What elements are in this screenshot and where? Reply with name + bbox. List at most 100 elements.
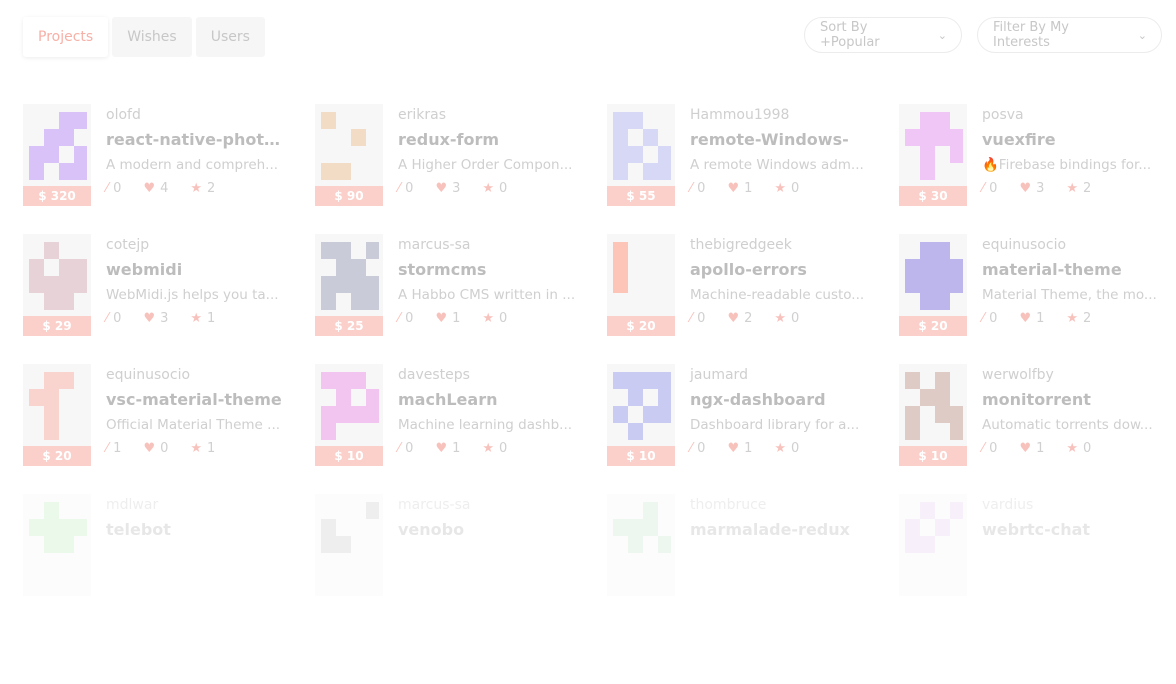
project-owner[interactable]: erikras	[398, 104, 578, 126]
project-card[interactable]: $ 20 equinusocio vsc-material-theme Officia…	[23, 364, 293, 466]
tab-projects[interactable]: Projects	[23, 17, 109, 57]
project-card[interactable]: $ 29 cotejp webmidi WebMidi.js helps you ta…	[23, 234, 293, 336]
project-owner[interactable]: vardius	[982, 494, 1162, 516]
identicon-image	[905, 112, 963, 180]
project-description: Official Material Theme ...	[106, 417, 281, 433]
project-name[interactable]: react-native-photos...	[106, 126, 286, 154]
project-name[interactable]: apollo-errors	[690, 256, 870, 284]
project-card[interactable]: vardius webrtc-chat	[899, 494, 1169, 596]
magic-wand-icon: ⁄	[690, 311, 693, 326]
project-name[interactable]: telebot	[106, 516, 286, 544]
project-avatar[interactable]: $ 10	[899, 364, 967, 466]
project-meta: marcus-sa stormcms A Habbo CMS written in …	[398, 234, 578, 332]
project-card[interactable]: $ 55 Hammou1998 remote-Windows- A remote Wi…	[607, 104, 877, 206]
project-owner[interactable]: marcus-sa	[398, 234, 578, 256]
project-description: A remote Windows adm...	[690, 157, 864, 173]
project-name[interactable]: vuexfire	[982, 126, 1162, 154]
project-owner[interactable]: posva	[982, 104, 1162, 126]
identicon-image	[321, 502, 379, 553]
identicon-image	[321, 372, 379, 440]
project-avatar[interactable]: $ 20	[607, 234, 675, 336]
heart-count: 3	[1036, 181, 1045, 196]
project-name[interactable]: venobo	[398, 516, 578, 544]
project-avatar[interactable]: $ 10	[607, 364, 675, 466]
wand-count: 0	[989, 311, 998, 326]
project-card[interactable]: $ 10 jaumard ngx-dashboard Dashboard librar…	[607, 364, 877, 466]
project-owner[interactable]: equinusocio	[982, 234, 1162, 256]
project-card[interactable]: thombruce marmalade-redux	[607, 494, 877, 596]
project-card[interactable]: $ 90 erikras redux-form A Higher Order Comp…	[315, 104, 585, 206]
star-stat: ★ 0	[482, 436, 507, 462]
project-avatar[interactable]: $ 30	[899, 104, 967, 206]
project-name[interactable]: vsc-material-theme	[106, 386, 286, 414]
project-avatar[interactable]: $ 10	[315, 364, 383, 466]
project-stats: ⁄ 0 ♥ 3 ★ 2	[982, 176, 1162, 202]
project-card[interactable]: $ 320 olofd react-native-photos... A modern…	[23, 104, 293, 206]
project-name[interactable]: ngx-dashboard	[690, 386, 870, 414]
tab-users[interactable]: Users	[195, 17, 265, 57]
chevron-down-icon: ⌄	[1137, 28, 1147, 42]
project-owner[interactable]: thebigredgeek	[690, 234, 870, 256]
magic-wand-icon: ⁄	[982, 311, 985, 326]
project-stats: ⁄ 0 ♥ 1 ★ 0	[398, 306, 578, 332]
project-name[interactable]: stormcms	[398, 256, 578, 284]
project-card[interactable]: marcus-sa venobo	[315, 494, 585, 596]
project-avatar[interactable]: $ 320	[23, 104, 91, 206]
heart-stat: ♥ 1	[1019, 306, 1044, 332]
star-icon: ★	[482, 181, 495, 196]
project-avatar[interactable]: $ 29	[23, 234, 91, 336]
project-avatar[interactable]	[23, 494, 91, 596]
project-card[interactable]: $ 30 posva vuexfire 🔥Firebase bindings for.…	[899, 104, 1169, 206]
project-card[interactable]: $ 25 marcus-sa stormcms A Habbo CMS written…	[315, 234, 585, 336]
project-name[interactable]: webmidi	[106, 256, 286, 284]
sort-dropdown[interactable]: Sort By +Popular ⌄	[804, 17, 962, 53]
identicon-image	[321, 112, 366, 180]
star-icon: ★	[190, 181, 203, 196]
project-avatar[interactable]: $ 25	[315, 234, 383, 336]
project-meta: olofd react-native-photos... A modern and …	[106, 104, 286, 202]
project-card[interactable]: $ 10 davesteps machLearn Machine learning d…	[315, 364, 585, 466]
project-name[interactable]: monitorrent	[982, 386, 1162, 414]
project-owner[interactable]: marcus-sa	[398, 494, 578, 516]
project-avatar[interactable]	[315, 494, 383, 596]
heart-stat: ♥ 3	[435, 176, 460, 202]
project-owner[interactable]: werwolfby	[982, 364, 1162, 386]
project-owner[interactable]: olofd	[106, 104, 286, 126]
project-description: A modern and compreh...	[106, 157, 279, 173]
project-avatar[interactable]: $ 90	[315, 104, 383, 206]
magic-wand-icon: ⁄	[398, 441, 401, 456]
heart-icon: ♥	[435, 441, 448, 456]
project-owner[interactable]: thombruce	[690, 494, 870, 516]
project-name[interactable]: redux-form	[398, 126, 578, 154]
project-avatar[interactable]	[899, 494, 967, 596]
filter-dropdown[interactable]: Filter By My Interests ⌄	[977, 17, 1162, 53]
project-avatar[interactable]: $ 55	[607, 104, 675, 206]
project-name[interactable]: material-theme	[982, 256, 1162, 284]
project-owner[interactable]: mdlwar	[106, 494, 286, 516]
project-owner[interactable]: cotejp	[106, 234, 286, 256]
project-name[interactable]: remote-Windows-	[690, 126, 870, 154]
star-icon: ★	[1066, 441, 1079, 456]
heart-icon: ♥	[143, 181, 156, 196]
price-badge: $ 90	[315, 186, 383, 206]
project-name[interactable]: webrtc-chat	[982, 516, 1162, 544]
project-name[interactable]: machLearn	[398, 386, 578, 414]
project-description: Machine learning dashb...	[398, 417, 573, 433]
project-owner[interactable]: jaumard	[690, 364, 870, 386]
project-owner[interactable]: Hammou1998	[690, 104, 870, 126]
project-card[interactable]: $ 20 equinusocio material-theme Material Th…	[899, 234, 1169, 336]
wand-count: 0	[989, 181, 998, 196]
project-owner[interactable]: equinusocio	[106, 364, 286, 386]
project-card[interactable]: $ 20 thebigredgeek apollo-errors Machine-re…	[607, 234, 877, 336]
tab-wishes[interactable]: Wishes	[112, 17, 192, 57]
tab-bar: Projects Wishes Users	[23, 17, 265, 57]
project-name[interactable]: marmalade-redux	[690, 516, 870, 544]
project-description: Dashboard library for a...	[690, 417, 860, 433]
project-avatar[interactable]: $ 20	[899, 234, 967, 336]
project-card[interactable]: mdlwar telebot	[23, 494, 293, 596]
project-avatar[interactable]: $ 20	[23, 364, 91, 466]
project-card[interactable]: $ 10 werwolfby monitorrent Automatic torren…	[899, 364, 1169, 466]
project-owner[interactable]: davesteps	[398, 364, 578, 386]
project-avatar[interactable]	[607, 494, 675, 596]
star-stat: ★ 0	[774, 306, 799, 332]
